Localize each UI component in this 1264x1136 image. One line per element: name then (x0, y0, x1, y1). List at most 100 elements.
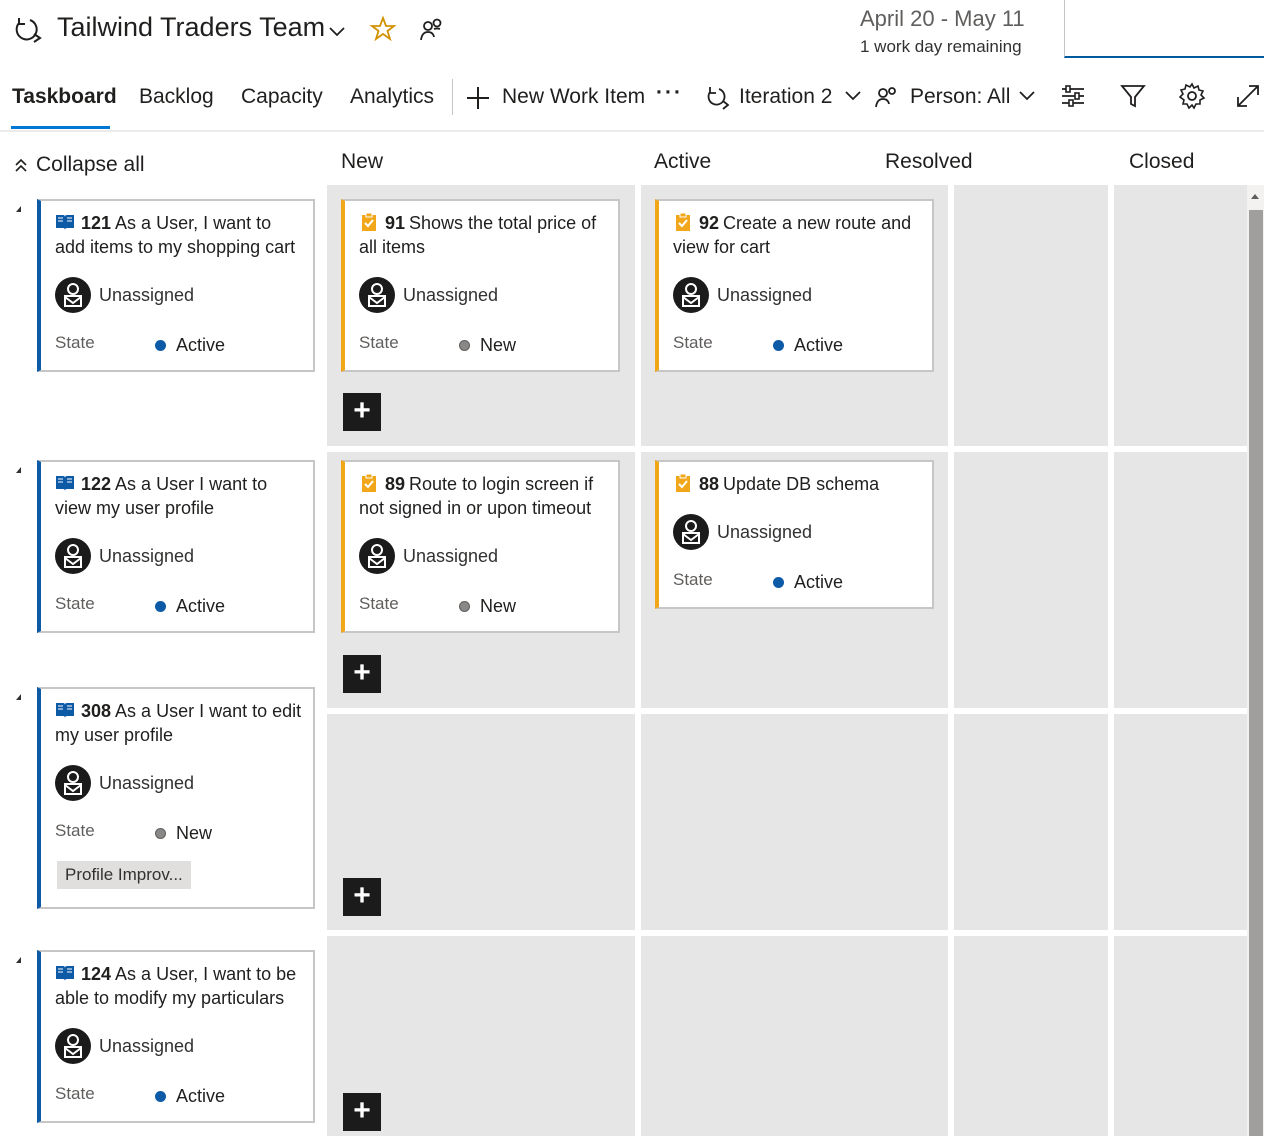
assignee[interactable]: Unassigned (673, 277, 812, 313)
person-filter[interactable]: Person: All (910, 85, 1010, 109)
state-text: Active (176, 596, 226, 616)
avatar-icon (359, 277, 395, 313)
card-title[interactable]: 124 As a User, I want to be able to modif… (55, 962, 303, 1010)
state-value[interactable]: Active (773, 335, 843, 356)
assignee-name: Unassigned (403, 545, 499, 566)
tag-badge[interactable]: Profile Improv... (57, 861, 191, 889)
state-dot-icon (155, 601, 166, 612)
work-item-id: 89 (385, 474, 406, 494)
chevron-down-icon[interactable] (1016, 84, 1038, 106)
cell-row4-closed (1114, 936, 1247, 1136)
assignee[interactable]: Unassigned (55, 277, 194, 313)
search-box[interactable] (1064, 0, 1264, 58)
tab-analytics[interactable]: Analytics (350, 85, 434, 109)
story-card[interactable]: 122 As a User I want to view my user prof… (37, 460, 315, 633)
tab-backlog[interactable]: Backlog (139, 85, 214, 109)
cell-row2-resolved (954, 452, 1108, 708)
plus-icon[interactable] (464, 84, 492, 112)
card-title[interactable]: 88 Update DB schema (673, 472, 922, 496)
state-label: State (55, 594, 95, 613)
row-collapse-toggle[interactable] (16, 206, 21, 212)
task-card[interactable]: 88 Update DB schema Unassigned State Acti… (655, 460, 934, 609)
state-label: State (55, 1084, 95, 1103)
chevron-down-icon[interactable] (842, 84, 864, 106)
avatar-icon (673, 514, 709, 550)
assignee[interactable]: Unassigned (55, 765, 194, 801)
toolbar: Taskboard Backlog Capacity Analytics New… (0, 70, 1264, 132)
state-label: State (359, 594, 399, 613)
state-value[interactable]: Active (155, 335, 225, 356)
days-remaining: 1 work day remaining (860, 37, 1022, 56)
iteration-icon (15, 18, 42, 43)
task-card[interactable]: 91 Shows the total price of all items Una… (341, 199, 620, 372)
state-value[interactable]: New (459, 596, 516, 617)
card-title[interactable]: 91 Shows the total price of all items (359, 211, 608, 259)
gear-icon[interactable] (1178, 82, 1206, 110)
row-collapse-toggle[interactable] (16, 694, 21, 700)
add-task-button[interactable]: + (343, 393, 381, 431)
assignee[interactable]: Unassigned (55, 1028, 194, 1064)
state-text: Active (794, 572, 844, 592)
avatar-icon (55, 1028, 91, 1064)
more-actions-button[interactable]: ··· (656, 81, 683, 105)
state-value[interactable]: New (459, 335, 516, 356)
state-label: State (673, 333, 713, 352)
assignee-name: Unassigned (403, 284, 499, 305)
state-text: New (480, 596, 517, 616)
state-dot-icon (773, 340, 784, 351)
task-card[interactable]: 89 Route to login screen if not signed in… (341, 460, 620, 633)
add-task-button[interactable]: + (343, 655, 381, 693)
state-text: New (176, 823, 213, 843)
book-icon (56, 703, 74, 718)
tab-capacity[interactable]: Capacity (241, 85, 323, 109)
card-title[interactable]: 122 As a User I want to view my user prof… (55, 472, 303, 520)
state-text: Active (176, 335, 226, 355)
avatar-icon (673, 277, 709, 313)
state-label: State (55, 821, 95, 840)
star-icon[interactable] (369, 15, 397, 43)
state-value[interactable]: New (155, 823, 212, 844)
chevron-down-icon[interactable] (326, 20, 348, 42)
assignee[interactable]: Unassigned (359, 538, 498, 574)
story-card[interactable]: 121 As a User, I want to add items to my … (37, 199, 315, 372)
iteration-icon (707, 87, 730, 110)
assignee[interactable]: Unassigned (673, 514, 812, 550)
settings-sliders-icon[interactable] (1059, 82, 1087, 110)
task-card[interactable]: 92 Create a new route and view for cart U… (655, 199, 934, 372)
assignee-name: Unassigned (99, 772, 195, 793)
assignee-name: Unassigned (99, 545, 195, 566)
state-value[interactable]: Active (155, 596, 225, 617)
filter-icon[interactable] (1119, 82, 1147, 110)
work-item-id: 91 (385, 213, 406, 233)
new-work-item-button[interactable]: New Work Item (502, 85, 645, 109)
team-members-icon[interactable] (418, 16, 446, 44)
collapse-all-button[interactable]: Collapse all (14, 153, 145, 177)
avatar-icon (55, 765, 91, 801)
state-dot-icon (155, 828, 166, 839)
card-title[interactable]: 308 As a User I want to edit my user prof… (55, 699, 303, 747)
add-task-button[interactable]: + (343, 878, 381, 916)
tab-taskboard[interactable]: Taskboard (12, 85, 117, 109)
card-title[interactable]: 121 As a User, I want to add items to my … (55, 211, 303, 259)
state-value[interactable]: Active (773, 572, 843, 593)
state-label: State (359, 333, 399, 352)
story-card[interactable]: 308 As a User I want to edit my user prof… (37, 687, 315, 909)
add-task-button[interactable]: + (343, 1093, 381, 1131)
card-title[interactable]: 89 Route to login screen if not signed in… (359, 472, 608, 520)
team-name[interactable]: Tailwind Traders Team (57, 12, 325, 43)
assignee[interactable]: Unassigned (55, 538, 194, 574)
row-collapse-toggle[interactable] (16, 467, 21, 473)
card-title[interactable]: 92 Create a new route and view for cart (673, 211, 922, 259)
iteration-picker[interactable]: Iteration 2 (739, 85, 832, 109)
story-card[interactable]: 124 As a User, I want to be able to modif… (37, 950, 315, 1123)
cell-row3-resolved (954, 714, 1108, 930)
scroll-up-arrow[interactable] (1251, 194, 1259, 199)
assignee[interactable]: Unassigned (359, 277, 498, 313)
scrollbar-thumb[interactable] (1249, 210, 1263, 1136)
row-collapse-toggle[interactable] (16, 957, 21, 963)
state-text: Active (794, 335, 844, 355)
state-value[interactable]: Active (155, 1086, 225, 1107)
expand-icon[interactable] (1234, 82, 1262, 110)
state-dot-icon (155, 340, 166, 351)
work-item-title: Update DB schema (723, 474, 880, 494)
